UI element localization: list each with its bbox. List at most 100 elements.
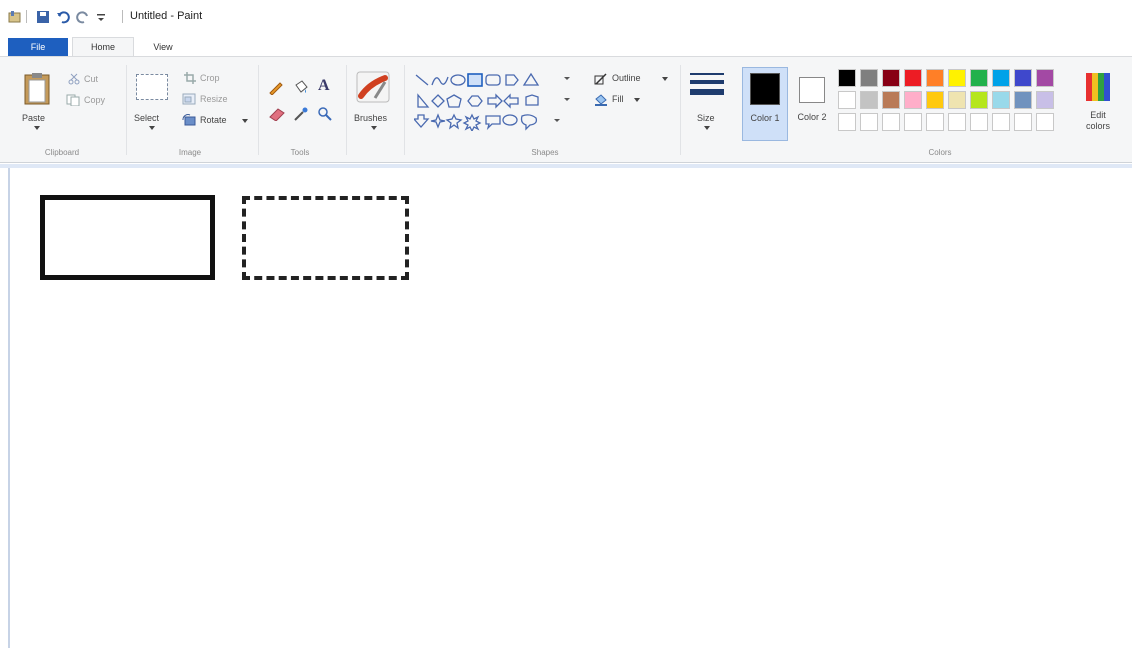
tab-home[interactable]: Home [72,37,134,57]
palette-empty-swatch[interactable] [904,113,922,131]
rotate-icon[interactable] [182,114,196,126]
image-group-label: Image [178,148,202,157]
color2-label: Color 2 [797,112,827,122]
size-dropdown-icon[interactable] [704,126,710,130]
palette-swatch[interactable] [970,91,988,109]
drawn-rectangle-solid [40,195,215,280]
magnifier-icon[interactable] [318,107,332,121]
crop-button[interactable]: Crop [200,73,220,83]
palette-empty-swatch[interactable] [948,113,966,131]
palette-empty-swatch[interactable] [838,113,856,131]
group-divider [680,65,681,155]
palette-empty-swatch[interactable] [970,113,988,131]
palette-swatch[interactable] [882,69,900,87]
fill-dropdown-icon[interactable] [634,98,640,102]
palette-empty-swatch[interactable] [882,113,900,131]
palette-swatch[interactable] [838,91,856,109]
eraser-icon[interactable] [268,107,286,121]
palette-empty-swatch[interactable] [1014,113,1032,131]
brushes-button-label[interactable]: Brushes [354,113,387,123]
colors-group-label: Colors [928,148,952,157]
shapes-group-label: Shapes [531,148,559,157]
undo-icon[interactable] [56,10,70,24]
shapes-gallery[interactable] [414,71,584,131]
text-tool-icon[interactable]: A [318,77,330,95]
ribbon: Paste Cut Copy Clipboard Select Crop Res… [0,56,1132,163]
size-icon[interactable] [690,73,724,103]
pencil-icon[interactable] [268,79,284,95]
edit-colors-icon[interactable] [1084,71,1112,103]
edit-colors-label[interactable]: Edit colors [1080,110,1116,132]
palette-swatch[interactable] [1014,69,1032,87]
select-button-label[interactable]: Select [134,113,159,123]
rotate-button[interactable]: Rotate [200,115,227,125]
palette-swatch[interactable] [948,91,966,109]
title-bar: Untitled - Paint [0,0,1132,32]
palette-empty-swatch[interactable] [1036,113,1054,131]
palette-swatch[interactable] [992,91,1010,109]
rotate-dropdown-icon[interactable] [242,119,248,123]
cut-button[interactable]: Cut [84,74,98,84]
paste-button-label[interactable]: Paste [22,113,45,123]
fill-icon[interactable] [594,93,608,106]
color-picker-icon[interactable] [294,107,308,121]
color1-button[interactable]: Color 1 [742,67,788,141]
tab-view[interactable]: View [140,38,186,56]
paint-app-icon [8,11,21,23]
redo-icon[interactable] [76,10,90,24]
palette-swatch[interactable] [1014,91,1032,109]
tools-group-label: Tools [290,148,310,157]
fill-button[interactable]: Fill [612,94,624,104]
resize-icon[interactable] [182,93,196,105]
ribbon-tabs: File Home View [0,34,1132,57]
palette-swatch[interactable] [926,91,944,109]
copy-icon[interactable] [66,94,80,106]
window-title: Untitled - Paint [130,10,203,22]
tab-file[interactable]: File [8,38,68,56]
cut-icon[interactable] [68,73,80,85]
select-dropdown-icon[interactable] [149,126,155,130]
color2-swatch [799,77,825,103]
copy-button[interactable]: Copy [84,95,105,105]
outline-icon[interactable] [594,72,608,85]
outline-dropdown-icon[interactable] [662,77,668,81]
palette-swatch[interactable] [992,69,1010,87]
title-separator-2 [122,10,123,23]
group-divider [346,65,347,155]
palette-swatch[interactable] [926,69,944,87]
outline-button[interactable]: Outline [612,73,641,83]
paste-dropdown-icon[interactable] [34,126,40,130]
palette-empty-swatch[interactable] [926,113,944,131]
palette-swatch[interactable] [904,69,922,87]
save-icon[interactable] [36,10,50,24]
size-button-label[interactable]: Size [697,113,715,123]
palette-swatch[interactable] [904,91,922,109]
color1-label: Color 1 [750,113,780,123]
brushes-dropdown-icon[interactable] [371,126,377,130]
resize-button[interactable]: Resize [200,94,228,104]
color1-swatch [750,73,780,105]
palette-swatch[interactable] [970,69,988,87]
palette-swatch[interactable] [1036,69,1054,87]
title-separator [26,10,27,23]
palette-swatch[interactable] [860,91,878,109]
paste-icon[interactable] [22,72,52,106]
group-divider [126,65,127,155]
brushes-icon[interactable] [355,70,391,104]
group-divider [258,65,259,155]
color2-button[interactable]: Color 2 [792,67,832,141]
drawn-rectangle-selected[interactable] [242,196,409,280]
select-icon[interactable] [136,74,168,100]
crop-icon[interactable] [184,72,196,84]
palette-empty-swatch[interactable] [860,113,878,131]
palette-swatch[interactable] [838,69,856,87]
clipboard-group-label: Clipboard [44,148,80,157]
palette-swatch[interactable] [948,69,966,87]
palette-swatch[interactable] [882,91,900,109]
customize-quick-access-icon[interactable] [96,10,106,24]
group-divider [404,65,405,155]
palette-swatch[interactable] [860,69,878,87]
palette-empty-swatch[interactable] [992,113,1010,131]
palette-swatch[interactable] [1036,91,1054,109]
fill-bucket-icon[interactable] [293,79,309,95]
